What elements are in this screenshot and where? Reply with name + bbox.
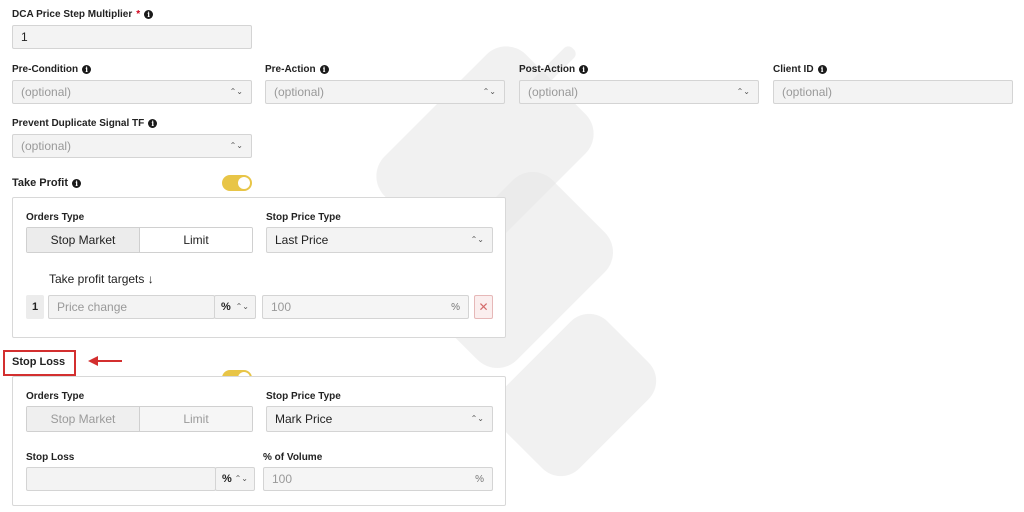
info-icon[interactable]: i xyxy=(579,65,589,74)
sl-stop-price-type-label: Stop Price Type xyxy=(266,391,341,402)
sl-stop-price-type-select[interactable]: Mark Price ⌃⌄ xyxy=(266,406,493,432)
tp-stop-price-type-label: Stop Price Type xyxy=(266,212,341,223)
info-icon[interactable]: i xyxy=(72,178,82,188)
percent-suffix: % xyxy=(451,301,460,313)
post-action-label: Post-Action i xyxy=(519,64,589,75)
take-profit-panel: Orders Type Stop Market Limit Stop Price… xyxy=(12,197,506,338)
dca-multiplier-input[interactable]: 1 xyxy=(12,25,252,49)
chevron-updown-icon: ⌃⌄ xyxy=(229,87,243,96)
tp-volume-input[interactable]: 100% xyxy=(262,295,469,319)
info-icon[interactable]: i xyxy=(148,119,158,128)
pre-action-select[interactable]: (optional) ⌃⌄ xyxy=(265,80,505,104)
sl-orders-type-label: Orders Type xyxy=(26,391,85,402)
chevron-updown-icon: ⌃⌄ xyxy=(234,474,248,483)
tp-limit-option[interactable]: Limit xyxy=(140,228,252,252)
tp-unit-select[interactable]: % ⌃⌄ xyxy=(214,295,256,319)
tp-orders-type-label: Orders Type xyxy=(26,212,85,223)
required-mark: * xyxy=(136,9,141,20)
client-id-label: Client ID i xyxy=(773,64,827,75)
chevron-updown-icon: ⌃⌄ xyxy=(482,87,496,96)
sl-unit-select[interactable]: % ⌃⌄ xyxy=(215,467,255,491)
sl-orders-type-segmented: Stop Market Limit xyxy=(26,406,253,432)
tp-orders-type-segmented: Stop Market Limit xyxy=(26,227,253,253)
tp-stop-market-option[interactable]: Stop Market xyxy=(27,228,140,252)
info-icon[interactable]: i xyxy=(319,65,329,74)
stop-loss-panel: Orders Type Stop Market Limit Stop Price… xyxy=(12,376,506,506)
prevent-duplicate-select[interactable]: (optional) ⌃⌄ xyxy=(12,134,252,158)
percent-suffix: % xyxy=(475,473,484,485)
client-id-input[interactable]: (optional) xyxy=(773,80,1013,104)
prevent-duplicate-label: Prevent Duplicate Signal TF i xyxy=(12,118,158,129)
tp-targets-label[interactable]: Take profit targets ↓ xyxy=(49,272,154,286)
chevron-updown-icon: ⌃⌄ xyxy=(470,414,484,423)
chevron-updown-icon: ⌃⌄ xyxy=(736,87,750,96)
post-action-select[interactable]: (optional) ⌃⌄ xyxy=(519,80,759,104)
take-profit-toggle[interactable] xyxy=(222,175,252,191)
sl-stop-loss-label: Stop Loss xyxy=(26,452,75,463)
stop-loss-title: Stop Loss xyxy=(12,356,66,368)
pre-action-label: Pre-Action i xyxy=(265,64,329,75)
red-arrow-icon xyxy=(88,356,122,366)
take-profit-title: Take Profit i xyxy=(12,177,82,189)
tp-target-index: 1 xyxy=(26,295,44,319)
info-icon[interactable]: i xyxy=(144,10,154,19)
info-icon[interactable]: i xyxy=(82,65,92,74)
sl-volume-label: % of Volume xyxy=(263,452,323,463)
dca-multiplier-label: DCA Price Step Multiplier * i xyxy=(12,9,154,20)
sl-volume-input[interactable]: 100% xyxy=(263,467,493,491)
tp-stop-price-type-select[interactable]: Last Price ⌃⌄ xyxy=(266,227,493,253)
chevron-updown-icon: ⌃⌄ xyxy=(229,141,243,150)
chevron-updown-icon: ⌃⌄ xyxy=(235,302,249,311)
remove-target-icon[interactable]: ✕ xyxy=(474,295,493,319)
pre-condition-select[interactable]: (optional) ⌃⌄ xyxy=(12,80,252,104)
sl-stop-market-option[interactable]: Stop Market xyxy=(27,407,140,431)
tp-price-change-input[interactable]: Price change xyxy=(48,295,215,319)
pre-condition-label: Pre-Condition i xyxy=(12,64,92,75)
chevron-updown-icon: ⌃⌄ xyxy=(470,235,484,244)
info-icon[interactable]: i xyxy=(817,65,827,74)
sl-stop-loss-input[interactable] xyxy=(26,467,216,491)
sl-limit-option[interactable]: Limit xyxy=(140,407,252,431)
